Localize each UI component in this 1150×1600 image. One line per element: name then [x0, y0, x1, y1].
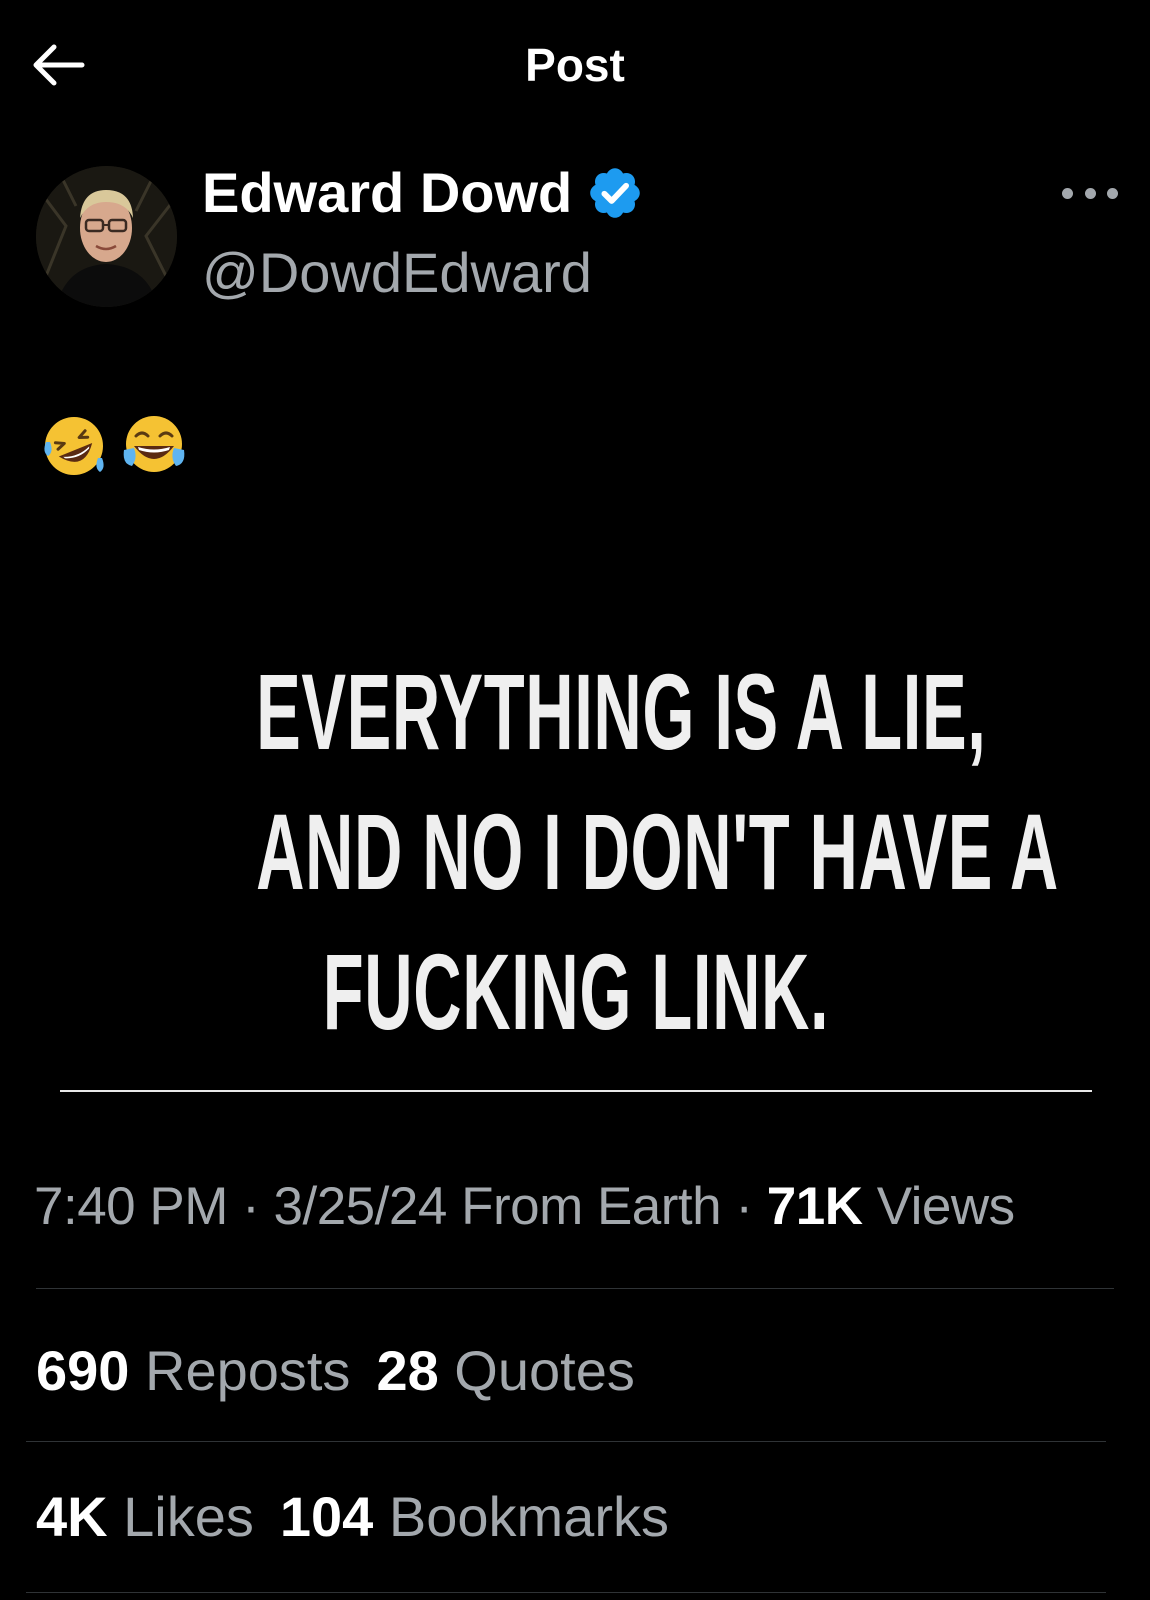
bookmarks-stat[interactable]: 104 Bookmarks	[280, 1484, 669, 1549]
meta-separator: ·	[227, 1177, 274, 1236]
views-count[interactable]: 71K	[767, 1177, 863, 1236]
rolling-on-floor-laughing-emoji	[40, 412, 108, 480]
author-name-text: Edward Dowd	[202, 161, 573, 224]
face-with-tears-of-joy-emoji	[120, 412, 188, 480]
post-date[interactable]: 3/25/24	[274, 1177, 448, 1236]
divider	[26, 1441, 1106, 1442]
reposts-count: 690	[36, 1339, 130, 1402]
quotes-count: 28	[376, 1339, 439, 1402]
author-name[interactable]: Edward Dowd	[202, 160, 644, 225]
likes-label: Likes	[123, 1485, 254, 1548]
post-metadata: 7:40 PM · 3/25/24 From Earth · 71K Views	[34, 1176, 1015, 1237]
post-detail-page: Post Edward Dowd @DowdEdward EVERYTHING …	[0, 0, 1150, 1600]
post-location: From Earth	[461, 1177, 722, 1236]
author-handle[interactable]: @DowdEdward	[202, 240, 592, 305]
verified-badge-icon[interactable]	[586, 164, 644, 222]
page-title: Post	[525, 39, 625, 91]
bookmarks-count: 104	[279, 1485, 374, 1548]
reposts-label: Reposts	[145, 1339, 351, 1402]
divider	[26, 1592, 1106, 1593]
engagement-row-2: 4K Likes 104 Bookmarks	[36, 1484, 669, 1549]
views-label: Views	[876, 1177, 1015, 1236]
image-text-line-3: FUCKING LINK.	[322, 931, 830, 1052]
likes-stat[interactable]: 4K Likes	[36, 1484, 254, 1549]
quotes-label: Quotes	[454, 1339, 635, 1402]
avatar[interactable]	[36, 166, 177, 307]
post-text	[40, 412, 188, 480]
reposts-stat[interactable]: 690 Reposts	[36, 1338, 350, 1403]
engagement-row-1: 690 Reposts 28 Quotes	[36, 1338, 635, 1403]
post-image-text: EVERYTHING IS A LIE, AND NO I DON'T HAVE…	[256, 642, 1059, 1062]
more-options-icon[interactable]	[1062, 178, 1118, 208]
image-bottom-border	[60, 1090, 1092, 1092]
likes-count: 4K	[36, 1485, 108, 1548]
post-image[interactable]: EVERYTHING IS A LIE, AND NO I DON'T HAVE…	[60, 580, 1092, 1092]
divider	[36, 1288, 1114, 1289]
profile-photo	[36, 166, 177, 307]
post-time[interactable]: 7:40 PM	[34, 1177, 228, 1236]
bookmarks-label: Bookmarks	[388, 1485, 669, 1548]
quotes-stat[interactable]: 28 Quotes	[376, 1338, 634, 1403]
image-text-line-1: EVERYTHING IS A LIE,	[256, 651, 987, 772]
image-text-line-2: AND NO I DON'T HAVE A	[256, 791, 1059, 912]
meta-separator: ·	[721, 1177, 767, 1236]
